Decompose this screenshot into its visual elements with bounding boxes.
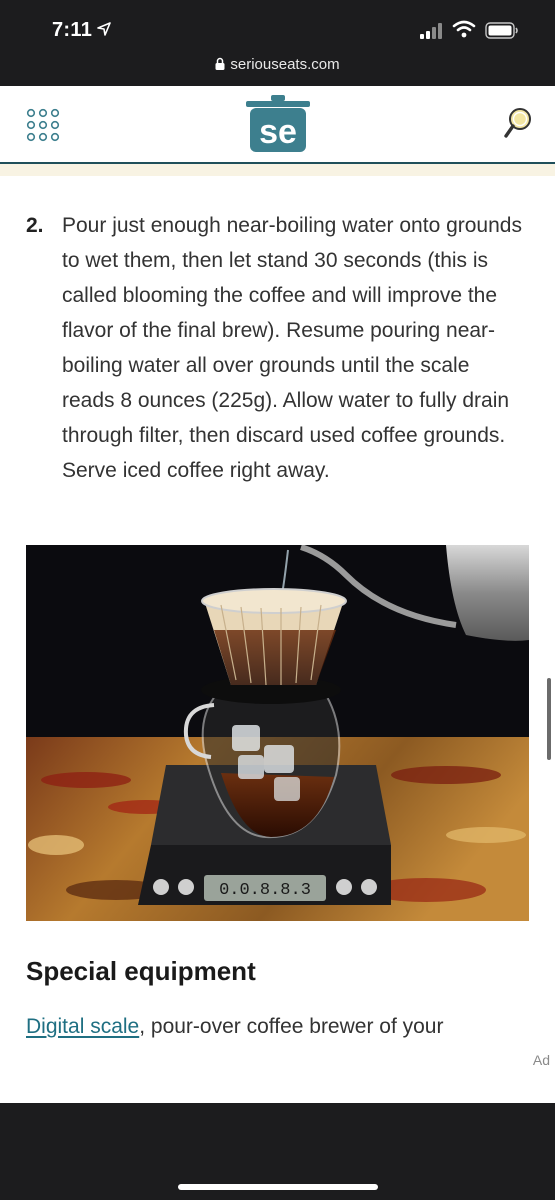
menu-grid-icon[interactable]	[26, 108, 60, 142]
ad-label: Ad	[532, 1052, 550, 1068]
site-logo[interactable]: se	[243, 94, 313, 159]
scale-readout: 0.0.8.8.3	[219, 881, 311, 900]
step-text: Pour just enough near-boiling water onto…	[62, 214, 522, 482]
wifi-icon	[452, 20, 476, 38]
battery-icon	[485, 22, 518, 39]
site-header: se	[0, 86, 555, 164]
location-arrow-icon	[97, 22, 111, 36]
lock-icon	[215, 57, 225, 70]
status-bar: 7:11 seriouseats.com	[0, 0, 555, 86]
header-accent-bar	[0, 164, 555, 176]
section-heading: Special equipment	[26, 956, 256, 986]
scrollbar[interactable]	[547, 678, 551, 760]
logo-text: se	[259, 113, 297, 151]
step-number: 2.	[26, 214, 44, 237]
search-icon[interactable]	[503, 107, 533, 141]
signal-icon	[420, 23, 442, 39]
status-time: 7:11	[52, 19, 93, 41]
digital-scale-link[interactable]: Digital scale	[26, 1015, 139, 1038]
equipment-paragraph: Digital scale, pour-over coffee brewer o…	[26, 1012, 531, 1042]
url-bar[interactable]: seriouseats.com	[0, 56, 555, 73]
equipment-text: , pour-over coffee brewer of your	[139, 1015, 444, 1038]
coffee-photo: 0.0.8.8.3	[26, 545, 529, 921]
url-text: seriouseats.com	[230, 56, 340, 73]
home-indicator[interactable]	[178, 1184, 378, 1190]
